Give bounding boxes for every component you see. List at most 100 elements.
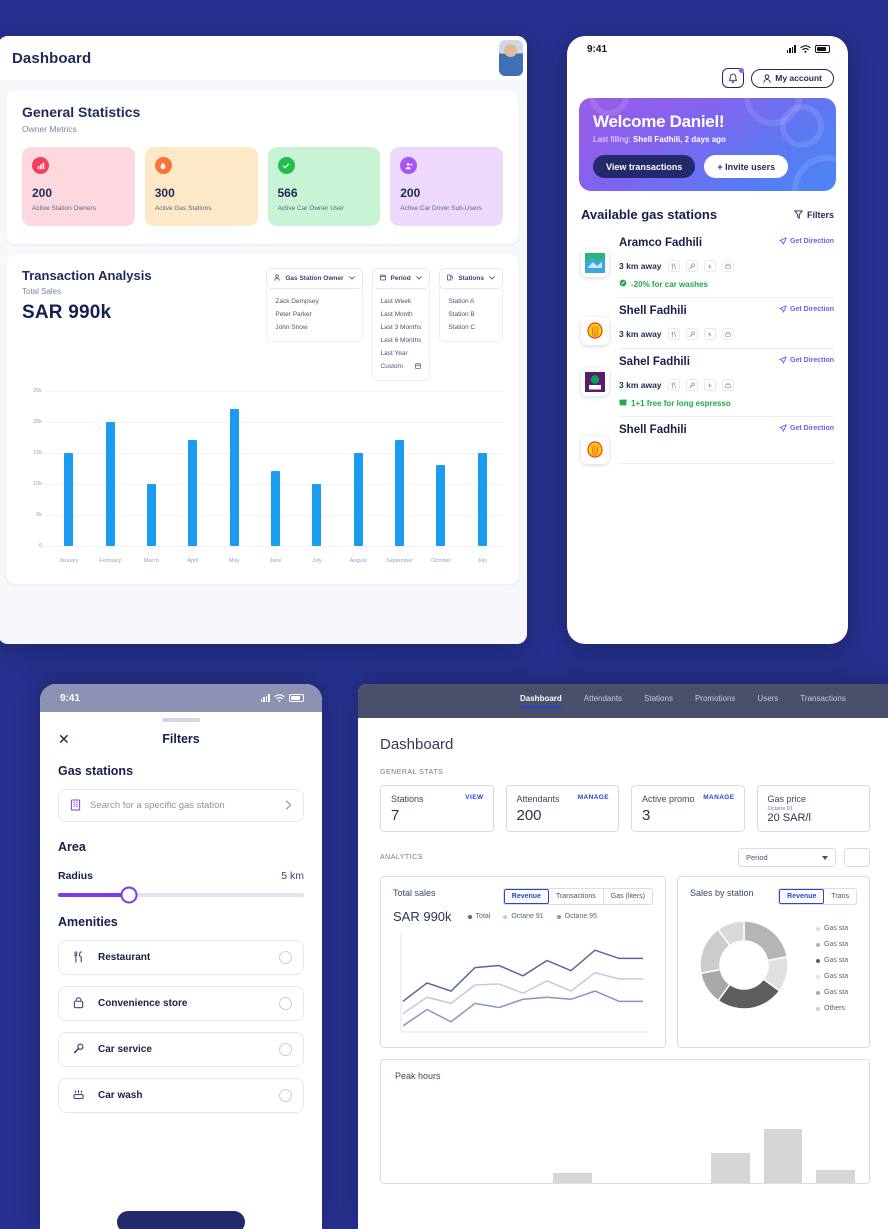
bar[interactable] bbox=[477, 452, 487, 546]
stat-card[interactable]: 300 Active Gas Stations bbox=[144, 147, 258, 226]
filter-dropdown-item[interactable]: Last Month bbox=[381, 308, 422, 321]
navigation-icon bbox=[779, 424, 787, 432]
apply-filters-button[interactable] bbox=[117, 1211, 245, 1229]
legend-item: Gas sta bbox=[816, 957, 848, 964]
x-tick-label: April bbox=[187, 557, 199, 564]
battery-icon bbox=[289, 694, 304, 702]
slider-knob[interactable] bbox=[120, 886, 138, 903]
bar[interactable] bbox=[64, 452, 74, 546]
general-stats-row: VIEW Stations 7 MANAGE Attendants 200 MA… bbox=[380, 785, 870, 832]
amenity-radio[interactable] bbox=[279, 1088, 292, 1102]
list-item[interactable]: Sahel Fadhili Get Direction 3 km away 1+… bbox=[567, 349, 848, 417]
filter-dropdown-list: Station A Station B Station C bbox=[439, 288, 503, 342]
list-item[interactable]: Shell Fadhili Get Direction 3 km away bbox=[567, 298, 848, 349]
list-item[interactable]: Shell Fadhili Get Direction bbox=[567, 417, 848, 464]
filter-dropdown-item[interactable]: Peter Parker bbox=[275, 308, 353, 321]
wrench-icon bbox=[685, 260, 698, 272]
station-search-placeholder: Search for a specific gas station bbox=[90, 799, 225, 811]
period-select[interactable]: Period bbox=[738, 848, 836, 867]
filter-dropdown-button[interactable]: Period bbox=[371, 267, 431, 289]
bar[interactable] bbox=[436, 465, 446, 546]
peak-bar[interactable] bbox=[816, 1170, 856, 1183]
segment-revenue[interactable]: Revenue bbox=[503, 889, 549, 904]
get-direction-button[interactable]: Get Direction bbox=[779, 356, 834, 364]
amenity-radio[interactable] bbox=[279, 996, 292, 1010]
bar[interactable] bbox=[146, 483, 156, 546]
amenity-option[interactable]: Car wash bbox=[58, 1077, 304, 1113]
filter-dropdown-item[interactable]: Last 3 Months bbox=[381, 321, 422, 334]
segment-revenue[interactable]: Revenue bbox=[779, 889, 825, 904]
filter-dropdown-button[interactable]: Stations bbox=[439, 267, 503, 289]
tab-users[interactable]: Users bbox=[757, 694, 778, 708]
segment-trans[interactable]: Trans bbox=[824, 889, 856, 904]
view-transactions-button[interactable]: View transactions bbox=[593, 155, 696, 178]
donut-slice[interactable] bbox=[743, 920, 789, 962]
tab-stations[interactable]: Stations bbox=[644, 694, 673, 708]
segment-transactions[interactable]: Transactions bbox=[549, 889, 604, 904]
filter-dropdown-item[interactable]: John Snow bbox=[275, 321, 353, 334]
avatar[interactable] bbox=[499, 40, 523, 76]
stat-card[interactable]: MANAGE Attendants 200 bbox=[505, 785, 619, 832]
invite-users-button[interactable]: + Invite users bbox=[704, 155, 789, 178]
peak-bar[interactable] bbox=[711, 1152, 750, 1183]
stat-card[interactable]: 200 Active Car Driver Sub-Users bbox=[390, 147, 503, 226]
filter-dropdown-button[interactable]: Gas Station Owner bbox=[266, 267, 363, 289]
admin-topbar: Dashboard bbox=[0, 36, 527, 80]
notifications-button[interactable] bbox=[722, 68, 745, 88]
radius-label: Radius bbox=[58, 869, 94, 882]
filter-dropdown-item[interactable]: Station B bbox=[448, 308, 494, 321]
filters-button[interactable]: Filters bbox=[793, 210, 834, 220]
tab-attendants[interactable]: Attendants bbox=[584, 694, 622, 708]
filter-dropdown-item[interactable]: Last Week bbox=[381, 295, 422, 308]
legend-item: Total bbox=[467, 913, 490, 920]
bar-column bbox=[172, 391, 213, 546]
bar[interactable] bbox=[270, 471, 280, 546]
bar[interactable] bbox=[312, 483, 322, 546]
stat-action-link[interactable]: MANAGE bbox=[578, 794, 609, 801]
bar[interactable] bbox=[188, 440, 198, 546]
bar[interactable] bbox=[229, 409, 239, 546]
secondary-select[interactable] bbox=[844, 848, 870, 867]
filter-dropdown-item[interactable]: Last 6 Months bbox=[381, 334, 422, 347]
sales-by-station-card: Sales by station Revenue Trans Gas sta Gas… bbox=[677, 876, 870, 1048]
tab-dashboard[interactable]: Dashboard bbox=[520, 694, 562, 708]
tab-promotions[interactable]: Promotions bbox=[695, 694, 735, 708]
filter-dropdown-item[interactable]: Custom bbox=[381, 360, 422, 373]
admin-dashboard-panel: Dashboard General Statistics Owner Metri… bbox=[0, 36, 527, 644]
tab-transactions[interactable]: Transactions bbox=[800, 694, 846, 708]
stat-action-link[interactable]: MANAGE bbox=[703, 794, 734, 801]
filter-dropdown-item[interactable]: Zack Dempsey bbox=[275, 295, 353, 308]
filter-dropdown-item[interactable]: Station A bbox=[448, 295, 494, 308]
bar[interactable] bbox=[353, 452, 363, 546]
bar[interactable] bbox=[395, 440, 405, 546]
stat-card[interactable]: VIEW Stations 7 bbox=[380, 785, 494, 832]
get-direction-button[interactable]: Get Direction bbox=[779, 305, 834, 313]
stat-card[interactable]: Gas price Octane 91 20 SAR/l bbox=[756, 785, 870, 832]
amenity-option[interactable]: Car service bbox=[58, 1031, 304, 1067]
radius-slider[interactable] bbox=[58, 886, 304, 903]
get-direction-button[interactable]: Get Direction bbox=[779, 237, 834, 245]
stat-card[interactable]: 200 Active Station Owners bbox=[22, 147, 135, 226]
list-item[interactable]: Aramco Fadhili Get Direction 3 km away -… bbox=[567, 230, 848, 298]
amenity-option[interactable]: Convenience store bbox=[58, 985, 304, 1021]
peak-bar[interactable] bbox=[763, 1129, 803, 1183]
stat-card[interactable]: 566 Active Car Owner User bbox=[267, 147, 381, 226]
welcome-card: Welcome Daniel! Last filling: Shell Fadh… bbox=[579, 98, 836, 191]
amenity-radio[interactable] bbox=[279, 1042, 292, 1056]
x-tick-label: October bbox=[431, 557, 451, 564]
peak-bar[interactable] bbox=[553, 1172, 592, 1183]
stat-action-link[interactable]: VIEW bbox=[465, 794, 483, 801]
bar[interactable] bbox=[105, 421, 115, 546]
legend-item: Others bbox=[816, 1005, 848, 1012]
stat-card[interactable]: MANAGE Active promo 3 bbox=[631, 785, 745, 832]
filter-dropdown-item[interactable]: Station C bbox=[448, 321, 494, 334]
segment-gasliters[interactable]: Gas (liters) bbox=[604, 889, 652, 904]
get-direction-button[interactable]: Get Direction bbox=[779, 424, 834, 432]
station-search-field[interactable]: Search for a specific gas station bbox=[58, 788, 304, 822]
amenity-option[interactable]: Restaurant bbox=[58, 939, 304, 975]
filter-dropdown-item[interactable]: Last Year bbox=[381, 347, 422, 360]
my-account-button[interactable]: My account bbox=[751, 68, 834, 88]
amenity-label: Convenience store bbox=[98, 997, 188, 1009]
station-distance: 3 km away bbox=[619, 329, 662, 339]
amenity-radio[interactable] bbox=[279, 950, 292, 964]
